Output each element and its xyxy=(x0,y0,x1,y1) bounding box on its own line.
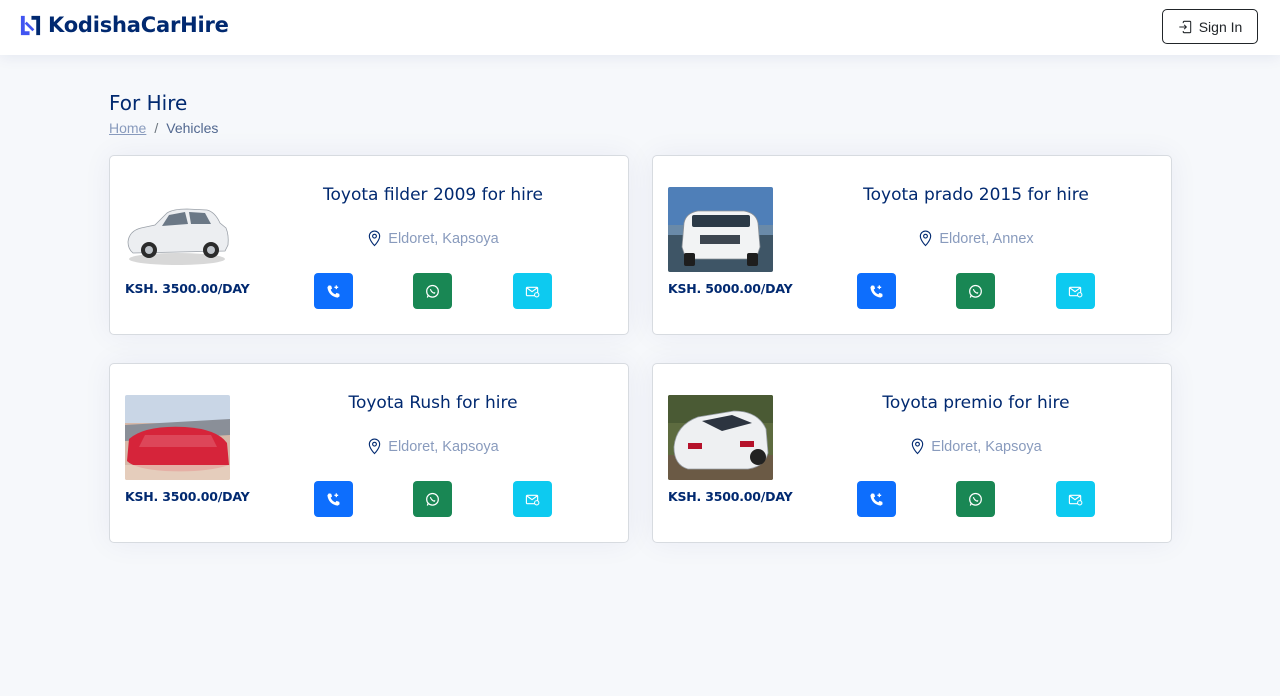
vehicle-title: Toyota prado 2015 for hire xyxy=(863,185,1089,205)
vehicle-image xyxy=(668,187,773,272)
sign-in-button[interactable]: Sign In xyxy=(1162,9,1258,44)
call-button[interactable] xyxy=(314,273,353,309)
vehicle-image xyxy=(668,395,773,480)
email-button[interactable] xyxy=(1056,481,1095,517)
vehicle-title: Toyota Rush for hire xyxy=(348,393,518,413)
vehicle-location: Eldoret, Kapsoya xyxy=(280,230,586,247)
vehicle-location-text: Eldoret, Kapsoya xyxy=(388,230,499,247)
envelope-icon xyxy=(525,494,540,505)
sign-in-label: Sign In xyxy=(1198,18,1243,35)
vehicle-location-text: Eldoret, Kapsoya xyxy=(388,438,499,455)
whatsapp-icon xyxy=(969,492,982,506)
whatsapp-button[interactable] xyxy=(956,481,995,517)
vehicle-title: Toyota premio for hire xyxy=(882,393,1070,413)
whatsapp-icon xyxy=(426,492,439,506)
email-button[interactable] xyxy=(513,481,552,517)
vehicle-card: KSH. 5000.00/DAY Toyota prado 2015 for h… xyxy=(652,155,1172,335)
envelope-icon xyxy=(525,286,540,297)
call-button[interactable] xyxy=(857,273,896,309)
vehicle-title: Toyota filder 2009 for hire xyxy=(323,185,543,205)
vehicle-location-text: Eldoret, Kapsoya xyxy=(931,438,1042,455)
whatsapp-button[interactable] xyxy=(413,481,452,517)
vehicle-price: KSH. 3500.00/DAY xyxy=(125,281,250,296)
vehicle-card: KSH. 3500.00/DAY Toyota premio for hire … xyxy=(652,363,1172,543)
geo-pin-icon xyxy=(369,230,381,247)
email-button[interactable] xyxy=(1056,273,1095,309)
call-button[interactable] xyxy=(314,481,353,517)
whatsapp-button[interactable] xyxy=(413,273,452,309)
whatsapp-icon xyxy=(969,284,982,298)
vehicle-image xyxy=(125,395,230,480)
whatsapp-button[interactable] xyxy=(956,273,995,309)
geo-pin-icon xyxy=(920,230,932,247)
email-button[interactable] xyxy=(513,273,552,309)
brand-logo-icon xyxy=(19,14,42,37)
breadcrumb: Home / Vehicles xyxy=(109,120,218,136)
vehicle-location: Eldoret, Kapsoya xyxy=(280,438,586,455)
vehicle-location: Eldoret, Annex xyxy=(823,230,1129,247)
breadcrumb-current: Vehicles xyxy=(166,120,219,136)
phone-plus-icon xyxy=(870,284,883,298)
top-navbar: KodishaCarHire Sign In xyxy=(0,0,1280,55)
phone-plus-icon xyxy=(327,492,340,506)
page-title: For Hire xyxy=(109,91,188,115)
whatsapp-icon xyxy=(426,284,439,298)
geo-pin-icon xyxy=(912,438,924,455)
brand-name: KodishaCarHire xyxy=(48,13,229,37)
envelope-icon xyxy=(1068,286,1083,297)
brand-logo-link[interactable]: KodishaCarHire xyxy=(19,13,229,37)
vehicle-price: KSH. 3500.00/DAY xyxy=(668,489,793,504)
breadcrumb-separator: / xyxy=(154,120,159,136)
box-arrow-in-right-icon xyxy=(1179,20,1191,33)
vehicle-price: KSH. 5000.00/DAY xyxy=(668,281,793,296)
vehicle-location: Eldoret, Kapsoya xyxy=(823,438,1129,455)
envelope-icon xyxy=(1068,494,1083,505)
phone-plus-icon xyxy=(870,492,883,506)
vehicle-card: KSH. 3500.00/DAY Toyota Rush for hire El… xyxy=(109,363,629,543)
geo-pin-icon xyxy=(369,438,381,455)
vehicle-image xyxy=(125,187,230,272)
vehicle-location-text: Eldoret, Annex xyxy=(939,230,1034,247)
vehicle-price: KSH. 3500.00/DAY xyxy=(125,489,250,504)
breadcrumb-home-link[interactable]: Home xyxy=(109,120,146,136)
vehicle-card: KSH. 3500.00/DAY Toyota filder 2009 for … xyxy=(109,155,629,335)
phone-plus-icon xyxy=(327,284,340,298)
call-button[interactable] xyxy=(857,481,896,517)
